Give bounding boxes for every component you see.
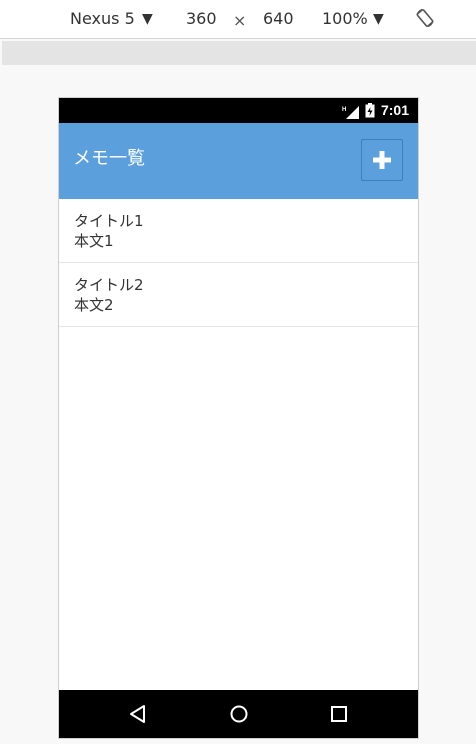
navigation-bar xyxy=(59,690,418,738)
memo-title: タイトル2 xyxy=(74,276,144,294)
signal-icon: H xyxy=(342,104,360,123)
status-bar: H 7:01 xyxy=(59,98,418,123)
memo-list: タイトル1 本文1 タイトル2 本文2 xyxy=(59,199,418,327)
svg-text:H: H xyxy=(342,107,346,113)
device-select[interactable]: Nexus 5 xyxy=(70,9,135,29)
zoom-select[interactable]: 100% xyxy=(322,9,368,29)
device-dropdown-icon[interactable]: ▼ xyxy=(142,9,153,29)
memo-title: タイトル1 xyxy=(74,212,144,230)
rotate-icon[interactable] xyxy=(414,7,436,29)
device-frame: H 7:01 メモ一覧 タイトル1 本文1 タイトル2 本文2 xyxy=(58,97,419,739)
recents-icon[interactable] xyxy=(329,704,349,728)
memo-body: 本文2 xyxy=(74,296,114,314)
home-icon[interactable] xyxy=(229,704,249,728)
add-memo-button[interactable] xyxy=(361,139,403,181)
media-query-ruler xyxy=(2,41,476,65)
viewport-height-input[interactable]: 640 xyxy=(263,9,294,29)
status-time: 7:01 xyxy=(380,102,409,118)
list-item[interactable]: タイトル1 本文1 xyxy=(59,199,418,263)
dimension-separator: × xyxy=(233,11,247,30)
zoom-dropdown-icon[interactable]: ▼ xyxy=(373,9,384,29)
viewport-width-input[interactable]: 360 xyxy=(186,9,217,29)
list-item[interactable]: タイトル2 本文2 xyxy=(59,263,418,327)
devtools-toolbar: Nexus 5 ▼ 360 × 640 100% ▼ xyxy=(0,0,476,39)
back-icon[interactable] xyxy=(129,704,147,728)
page-title: メモ一覧 xyxy=(73,148,145,169)
battery-icon xyxy=(365,103,375,122)
app-bar: メモ一覧 xyxy=(59,123,418,199)
memo-body: 本文1 xyxy=(74,232,114,250)
plus-icon xyxy=(373,151,391,169)
